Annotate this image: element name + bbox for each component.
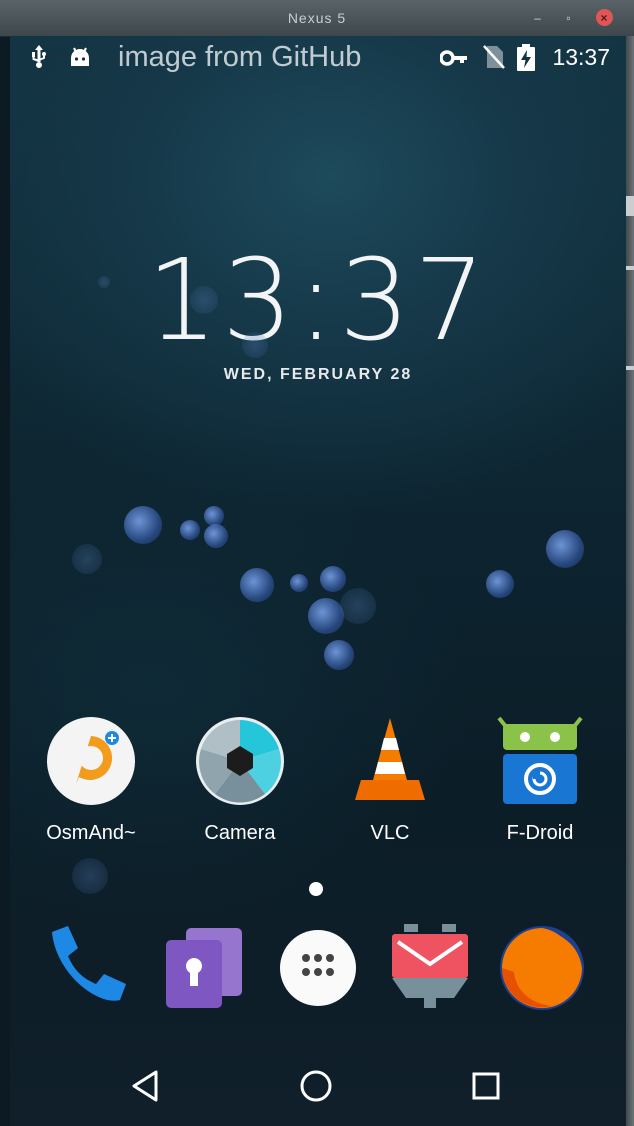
mail-icon[interactable] (384, 922, 476, 1014)
wallpaper-bubble (190, 286, 218, 314)
window-title: Nexus 5 (287, 10, 347, 26)
window-titlebar[interactable]: Nexus 5 – ▫ × (0, 0, 634, 37)
close-button[interactable]: × (596, 9, 613, 26)
wallpaper-bubble (204, 506, 224, 526)
wallpaper-bubble (124, 506, 162, 544)
vlc-icon (355, 718, 425, 800)
edge-mark (626, 266, 634, 270)
wallpaper-bubble (72, 858, 108, 894)
wallpaper-bubble (320, 566, 346, 592)
fdroid-icon (497, 716, 583, 804)
window-edge (626, 36, 634, 1126)
app-label-osmand: OsmAnd~ (46, 822, 136, 844)
recents-icon[interactable] (466, 1066, 506, 1106)
status-time: 13:37 (552, 44, 610, 70)
watermark-text: image from GitHub (118, 41, 362, 73)
wallpaper-bubble (290, 574, 308, 592)
app-drawer-icon[interactable] (272, 922, 364, 1014)
clock-time[interactable]: 13:37 (10, 236, 626, 366)
app-label-camera: Camera (204, 822, 276, 844)
edge-handle[interactable] (626, 196, 634, 216)
app-label-fdroid: F-Droid (506, 822, 574, 844)
camera-icon (196, 717, 284, 805)
wallpaper-bubble (180, 520, 200, 540)
wallpaper-bubble (486, 570, 514, 598)
maximize-button[interactable]: ▫ (561, 10, 577, 26)
wallpaper-bubble (204, 524, 228, 548)
wallpaper-bubble (308, 598, 344, 634)
wallpaper-bubble (242, 332, 268, 358)
wallpaper-bubble (240, 568, 274, 602)
home-icon[interactable] (296, 1066, 336, 1106)
wallpaper-bubble (324, 640, 354, 670)
phone-icon[interactable] (38, 922, 130, 1014)
vpn-key-icon (440, 50, 467, 66)
no-sim-icon (483, 45, 505, 69)
minimize-button[interactable]: – (530, 10, 546, 26)
page-indicator[interactable] (309, 882, 323, 896)
wallpaper-bubble (72, 544, 102, 574)
wallpaper-bubble (340, 588, 376, 624)
back-icon[interactable] (126, 1066, 166, 1106)
status-bar: image from GitHub 13:37 (10, 36, 626, 76)
firefox-icon[interactable] (496, 922, 588, 1014)
wallpaper-bubble (546, 530, 584, 568)
usb-icon (32, 45, 46, 68)
android-debug-icon (71, 47, 89, 66)
device-screen: image from GitHub 13:37 13:37 WED, FEBRU… (10, 36, 626, 1126)
app-label-vlc: VLC (370, 822, 410, 844)
vault-lock-icon[interactable] (160, 922, 252, 1014)
clock-date[interactable]: WED, FEBRUARY 28 (10, 366, 626, 384)
edge-mark (626, 366, 634, 370)
battery-charging-icon (517, 44, 535, 71)
osmand-icon (47, 717, 135, 805)
wallpaper-bubble (98, 276, 110, 288)
